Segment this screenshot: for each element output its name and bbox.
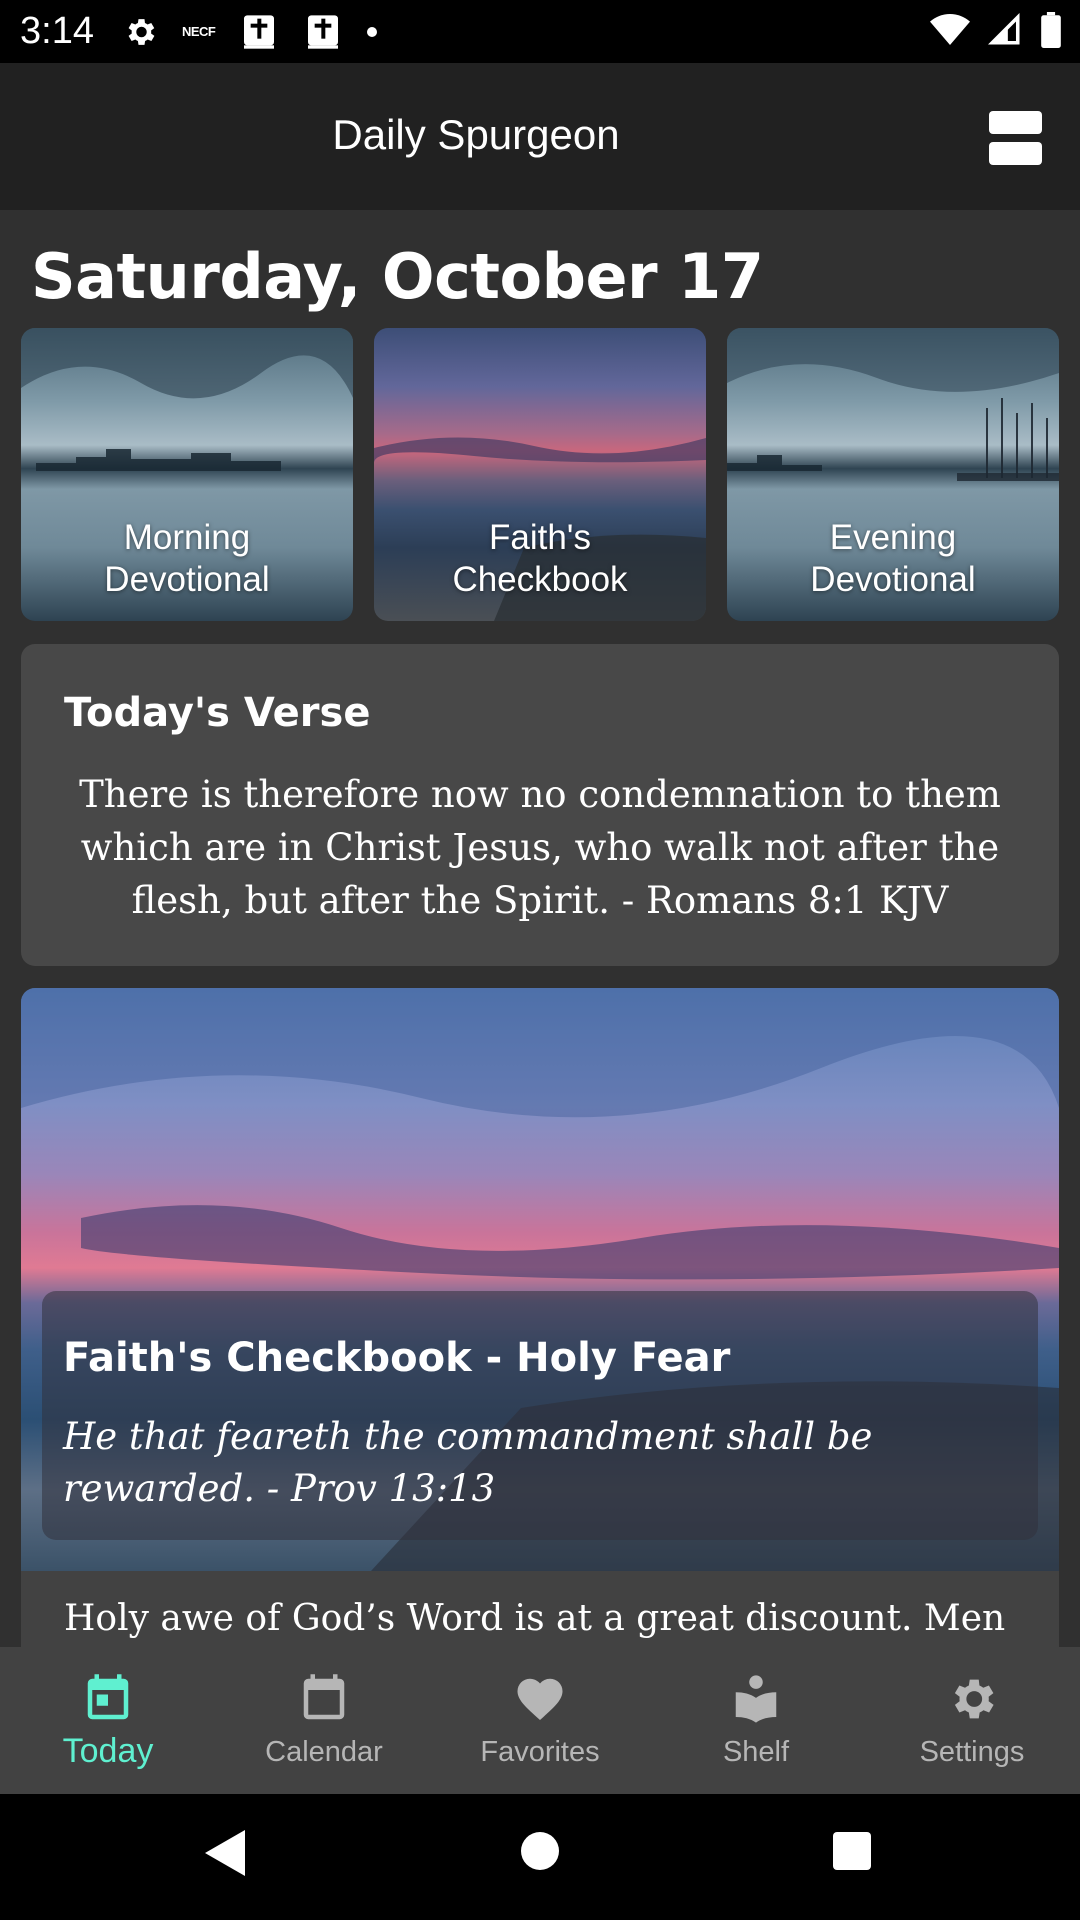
system-navigation-bar	[0, 1794, 1080, 1920]
verse-text: There is therefore now no condemnation t…	[79, 773, 1001, 922]
status-time: 3:14	[20, 10, 94, 52]
app-bar: Daily Spurgeon	[0, 63, 1080, 210]
wifi-icon	[930, 13, 970, 52]
gear-icon	[122, 14, 158, 50]
feature-body: Holy awe of God’s Word is at a great dis…	[64, 1598, 1006, 1639]
necf-icon: NECF	[181, 24, 216, 39]
heart-icon	[513, 1672, 567, 1726]
todays-verse-card[interactable]: Today's Verse There is therefore now no …	[21, 644, 1059, 966]
devotional-tiles: Morning Devotional Faith's Checkbook Eve…	[21, 328, 1059, 621]
tile-faiths-checkbook[interactable]: Faith's Checkbook	[374, 328, 706, 621]
view-agenda-icon[interactable]	[989, 111, 1042, 165]
back-icon[interactable]	[205, 1830, 245, 1881]
tile-morning-devotional[interactable]: Morning Devotional	[21, 328, 353, 621]
featured-devotional-card[interactable]: Faith's Checkbook - Holy Fear He that fe…	[21, 988, 1059, 1647]
nav-settings[interactable]: Settings	[864, 1647, 1080, 1794]
tile-label: Morning Devotional	[104, 518, 270, 599]
nav-label: Shelf	[722, 1736, 790, 1768]
sunset-image: Faith's Checkbook - Holy Fear He that fe…	[21, 988, 1059, 1571]
verse-title: Today's Verse	[64, 690, 371, 736]
app-title: Daily Spurgeon	[332, 111, 620, 158]
feature-quote: He that feareth the commandment shall be…	[63, 1415, 873, 1510]
battery-icon	[1040, 12, 1062, 53]
status-bar: 3:14 NECF	[0, 0, 1080, 63]
tile-label: Evening Devotional	[810, 518, 976, 599]
reader-icon	[729, 1672, 783, 1726]
nav-label: Favorites	[480, 1736, 600, 1768]
feature-overlay: Faith's Checkbook - Holy Fear He that fe…	[42, 1291, 1038, 1540]
feature-title: Faith's Checkbook - Holy Fear	[63, 1335, 731, 1381]
calendar-icon	[297, 1672, 351, 1726]
nav-shelf[interactable]: Shelf	[648, 1647, 864, 1794]
nav-calendar[interactable]: Calendar	[216, 1647, 432, 1794]
nav-label: Today	[62, 1732, 154, 1770]
tile-label: Faith's Checkbook	[452, 518, 628, 599]
main-content[interactable]: Saturday, October 17 Morning Devotional F…	[0, 210, 1080, 1647]
recents-icon[interactable]	[833, 1832, 871, 1870]
home-icon[interactable]	[521, 1832, 559, 1870]
date-heading: Saturday, October 17	[31, 240, 764, 313]
nav-label: Calendar	[265, 1736, 383, 1768]
nav-favorites[interactable]: Favorites	[432, 1647, 648, 1794]
bible-icon	[303, 12, 343, 52]
bottom-navigation: Today Calendar Favorites Shelf Settings	[0, 1647, 1080, 1794]
tile-evening-devotional[interactable]: Evening Devotional	[727, 328, 1059, 621]
gear-icon	[945, 1672, 999, 1726]
bible-icon	[239, 12, 279, 52]
nav-label: Settings	[919, 1736, 1025, 1768]
calendar-today-icon	[81, 1672, 135, 1726]
nav-today[interactable]: Today	[0, 1647, 216, 1794]
dot-icon	[367, 26, 378, 37]
signal-icon	[987, 12, 1022, 52]
